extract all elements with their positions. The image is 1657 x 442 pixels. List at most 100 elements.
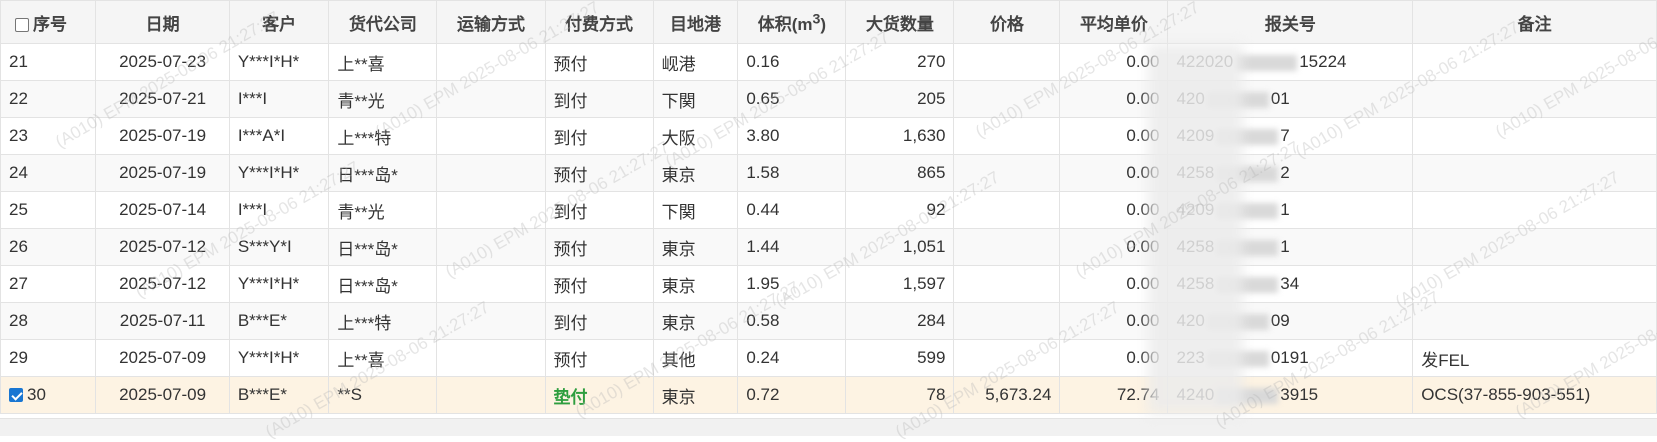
cell-unit-price: 0.00 [1059, 43, 1169, 81]
cell-price [953, 154, 1061, 192]
cell-unit-price: 0.00 [1059, 117, 1169, 155]
cell-remark [1412, 191, 1657, 229]
header-qty[interactable]: 大货数量 [845, 0, 955, 44]
cell-payment: 到付 [544, 80, 654, 118]
header-idx[interactable]: 序号 [0, 0, 97, 44]
cell-idx: 22 [0, 80, 97, 118]
customs-no-prefix: 420 [1176, 311, 1205, 330]
cell-remark [1412, 154, 1657, 192]
cell-forwarder: **S [328, 376, 438, 414]
header-unit-price[interactable]: 平均单价 [1059, 0, 1169, 44]
table-row[interactable]: 25 2025-07-14 I***I 青**光 到付 下関 0.44 92 0.00 4209 1 [0, 191, 1657, 229]
cell-customs-no: 223 0191 [1167, 339, 1414, 377]
header-date[interactable]: 日期 [95, 0, 230, 44]
horizontal-scrollbar[interactable] [0, 418, 1657, 436]
cell-remark [1412, 228, 1657, 266]
table-row[interactable]: 22 2025-07-21 I***I 青**光 到付 下関 0.65 205 0.00 420 0… [0, 80, 1657, 118]
customs-no-prefix: 4258 [1176, 163, 1215, 182]
cell-forwarder: 青**光 [328, 191, 438, 229]
cell-price [953, 117, 1061, 155]
cell-customs-no: 4240 3915 [1167, 376, 1414, 414]
cell-payment: 到付 [544, 117, 654, 155]
customs-no-suffix: 15224 [1299, 52, 1347, 71]
header-customer[interactable]: 客户 [228, 0, 330, 44]
row-checkbox[interactable] [9, 388, 23, 402]
cell-price [953, 80, 1061, 118]
customs-no-prefix: 4240 [1176, 385, 1215, 404]
table-row[interactable]: 28 2025-07-11 B***E* 上***特 到付 東京 0.58 284 0.00 42… [0, 302, 1657, 340]
customs-no-prefix: 420 [1176, 89, 1205, 108]
cell-idx: 27 [0, 265, 97, 303]
cell-qty: 284 [845, 302, 955, 340]
cell-transport [436, 376, 546, 414]
header-forwarder[interactable]: 货代公司 [328, 0, 438, 44]
redacted-mask [1216, 128, 1279, 145]
cell-forwarder: 日***岛* [328, 154, 438, 192]
customs-no-prefix: 4258 [1176, 237, 1215, 256]
table-row[interactable]: 21 2025-07-23 Y***I*H* 上**喜 预付 岘港 0.16 270 0.00 4… [0, 43, 1657, 81]
cell-forwarder: 上***特 [328, 302, 438, 340]
header-payment[interactable]: 付费方式 [544, 0, 654, 44]
cell-qty: 92 [845, 191, 955, 229]
cell-idx: 30 [0, 376, 97, 414]
cell-transport [436, 43, 546, 81]
cell-payment: 预付 [544, 228, 654, 266]
customs-no-suffix: 01 [1270, 89, 1290, 108]
table-row[interactable]: 24 2025-07-19 Y***I*H* 日***岛* 预付 東京 1.58 865 0.0… [0, 154, 1657, 192]
header-volume[interactable]: 体积(m3) [737, 0, 847, 44]
cell-transport [436, 191, 546, 229]
cell-customer: Y***I*H* [228, 43, 330, 81]
table-row[interactable]: 29 2025-07-09 Y***I*H* 上**喜 预付 其他 0.24 599 0.00 2… [0, 339, 1657, 377]
cell-port: 下関 [652, 191, 739, 229]
cell-customer: Y***I*H* [228, 339, 330, 377]
cell-remark [1412, 117, 1657, 155]
cell-date: 2025-07-21 [95, 80, 230, 118]
cell-price [953, 191, 1061, 229]
cell-port: 東京 [652, 302, 739, 340]
redacted-mask [1216, 165, 1279, 182]
cell-volume: 1.44 [737, 228, 847, 266]
cell-customs-no: 420 01 [1167, 80, 1414, 118]
cell-date: 2025-07-09 [95, 376, 230, 414]
header-port[interactable]: 目地港 [652, 0, 739, 44]
cell-unit-price: 0.00 [1059, 80, 1169, 118]
cell-volume: 0.16 [737, 43, 847, 81]
table-row[interactable]: 27 2025-07-12 Y***I*H* 日***岛* 预付 東京 1.95 1,597 0… [0, 265, 1657, 303]
cell-customs-no: 4258 1 [1167, 228, 1414, 266]
row-index: 28 [9, 311, 28, 330]
cell-idx: 29 [0, 339, 97, 377]
row-index: 30 [27, 385, 46, 404]
table-row[interactable]: 23 2025-07-19 I***A*I 上***特 到付 大阪 3.80 1,630 0.0… [0, 117, 1657, 155]
cell-forwarder: 青**光 [328, 80, 438, 118]
customs-no-suffix: 7 [1280, 126, 1290, 145]
header-volume-suffix: ) [820, 14, 827, 34]
table-row[interactable]: 30 2025-07-09 B***E* **S 垫付 東京 0.72 78 5,673.24 7… [0, 376, 1657, 414]
header-price[interactable]: 价格 [953, 0, 1061, 44]
customs-no-prefix: 422020 [1176, 52, 1234, 71]
cell-qty: 1,630 [845, 117, 955, 155]
cell-port: 東京 [652, 265, 739, 303]
cell-port: 東京 [652, 228, 739, 266]
cell-remark [1412, 265, 1657, 303]
cell-remark [1412, 80, 1657, 118]
row-index: 24 [9, 163, 28, 182]
redacted-mask [1216, 239, 1279, 256]
header-customs-no[interactable]: 报关号 [1167, 0, 1414, 44]
cell-transport [436, 80, 546, 118]
header-remark[interactable]: 备注 [1412, 0, 1657, 44]
cell-volume: 0.65 [737, 80, 847, 118]
cell-price: 5,673.24 [953, 376, 1061, 414]
cell-qty: 1,597 [845, 265, 955, 303]
select-all-checkbox[interactable] [15, 17, 29, 32]
cell-qty: 78 [845, 376, 955, 414]
customs-no-prefix: 4258 [1176, 274, 1215, 293]
cell-qty: 205 [845, 80, 955, 118]
cell-customer: Y***I*H* [228, 265, 330, 303]
header-transport[interactable]: 运输方式 [436, 0, 546, 44]
cell-customer: B***E* [228, 302, 330, 340]
row-index: 23 [9, 126, 28, 145]
cell-price [953, 43, 1061, 81]
row-index: 21 [9, 52, 28, 71]
cell-transport [436, 339, 546, 377]
table-row[interactable]: 26 2025-07-12 S***Y*I 日***岛* 预付 東京 1.44 1,051 0.… [0, 228, 1657, 266]
